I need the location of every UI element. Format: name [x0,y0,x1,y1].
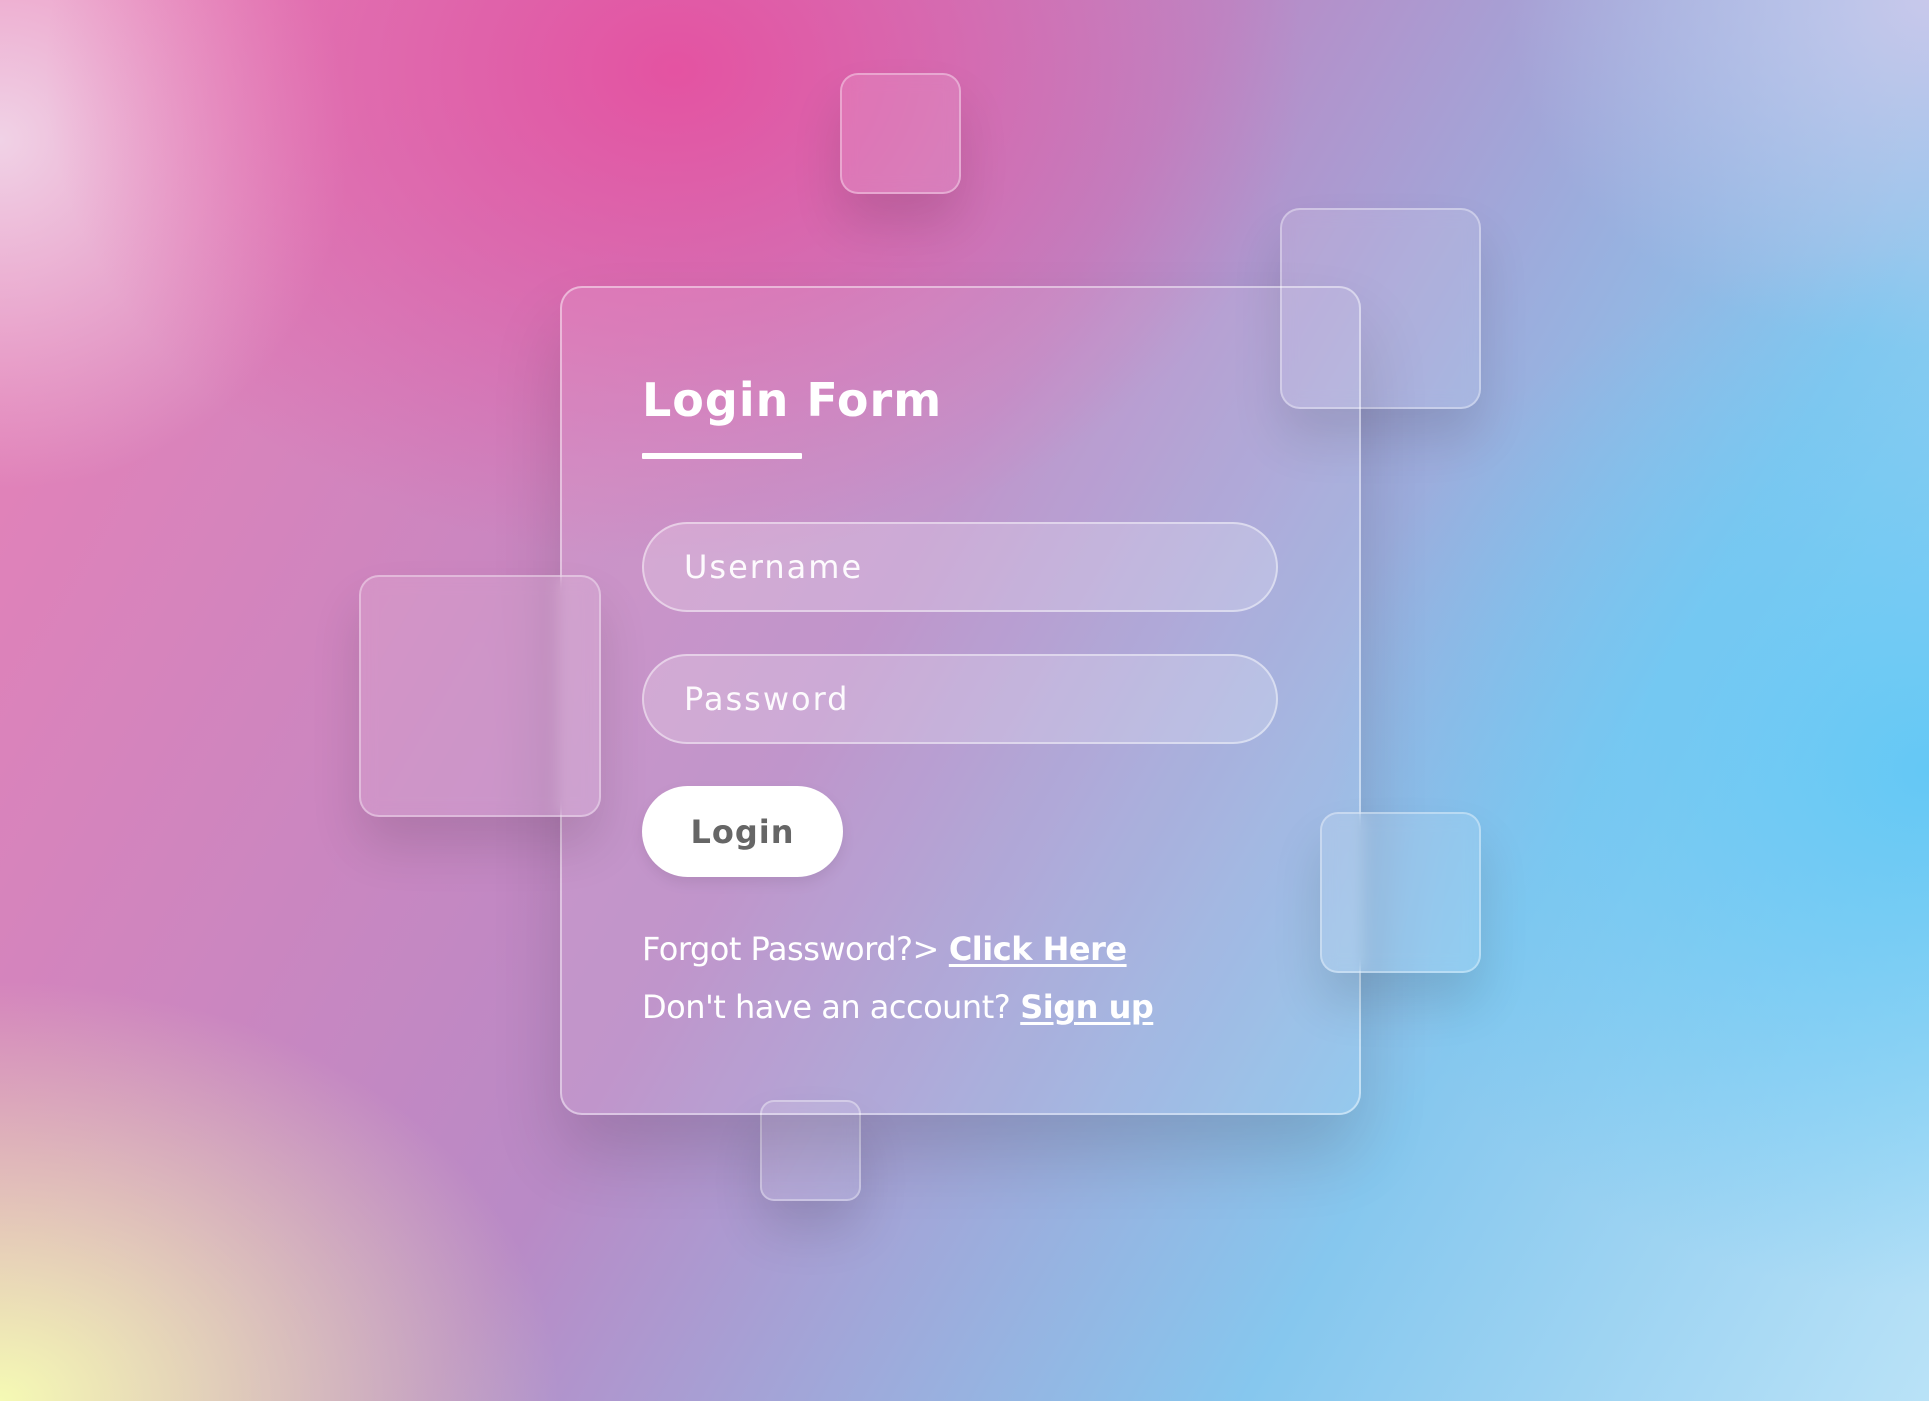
form-title: Login Form [642,373,943,427]
login-card: Login Form Login Forgot Password?> Click … [560,286,1361,1115]
forgot-password-text: Forgot Password?> [642,930,939,968]
decorative-glass-square-left [359,575,601,817]
click-here-link[interactable]: Click Here [949,930,1127,968]
signup-prompt-text: Don't have an account? [642,988,1011,1026]
password-input[interactable] [642,654,1278,744]
decorative-glass-square-top [840,73,961,194]
login-button[interactable]: Login [642,786,843,877]
signup-row: Don't have an account? Sign up [642,988,1154,1026]
sign-up-link[interactable]: Sign up [1020,988,1154,1026]
title-underline [642,453,802,459]
decorative-glass-square-bottom [760,1100,861,1201]
forgot-password-row: Forgot Password?> Click Here [642,930,1127,968]
decorative-glass-square-right [1320,812,1481,973]
username-input[interactable] [642,522,1278,612]
